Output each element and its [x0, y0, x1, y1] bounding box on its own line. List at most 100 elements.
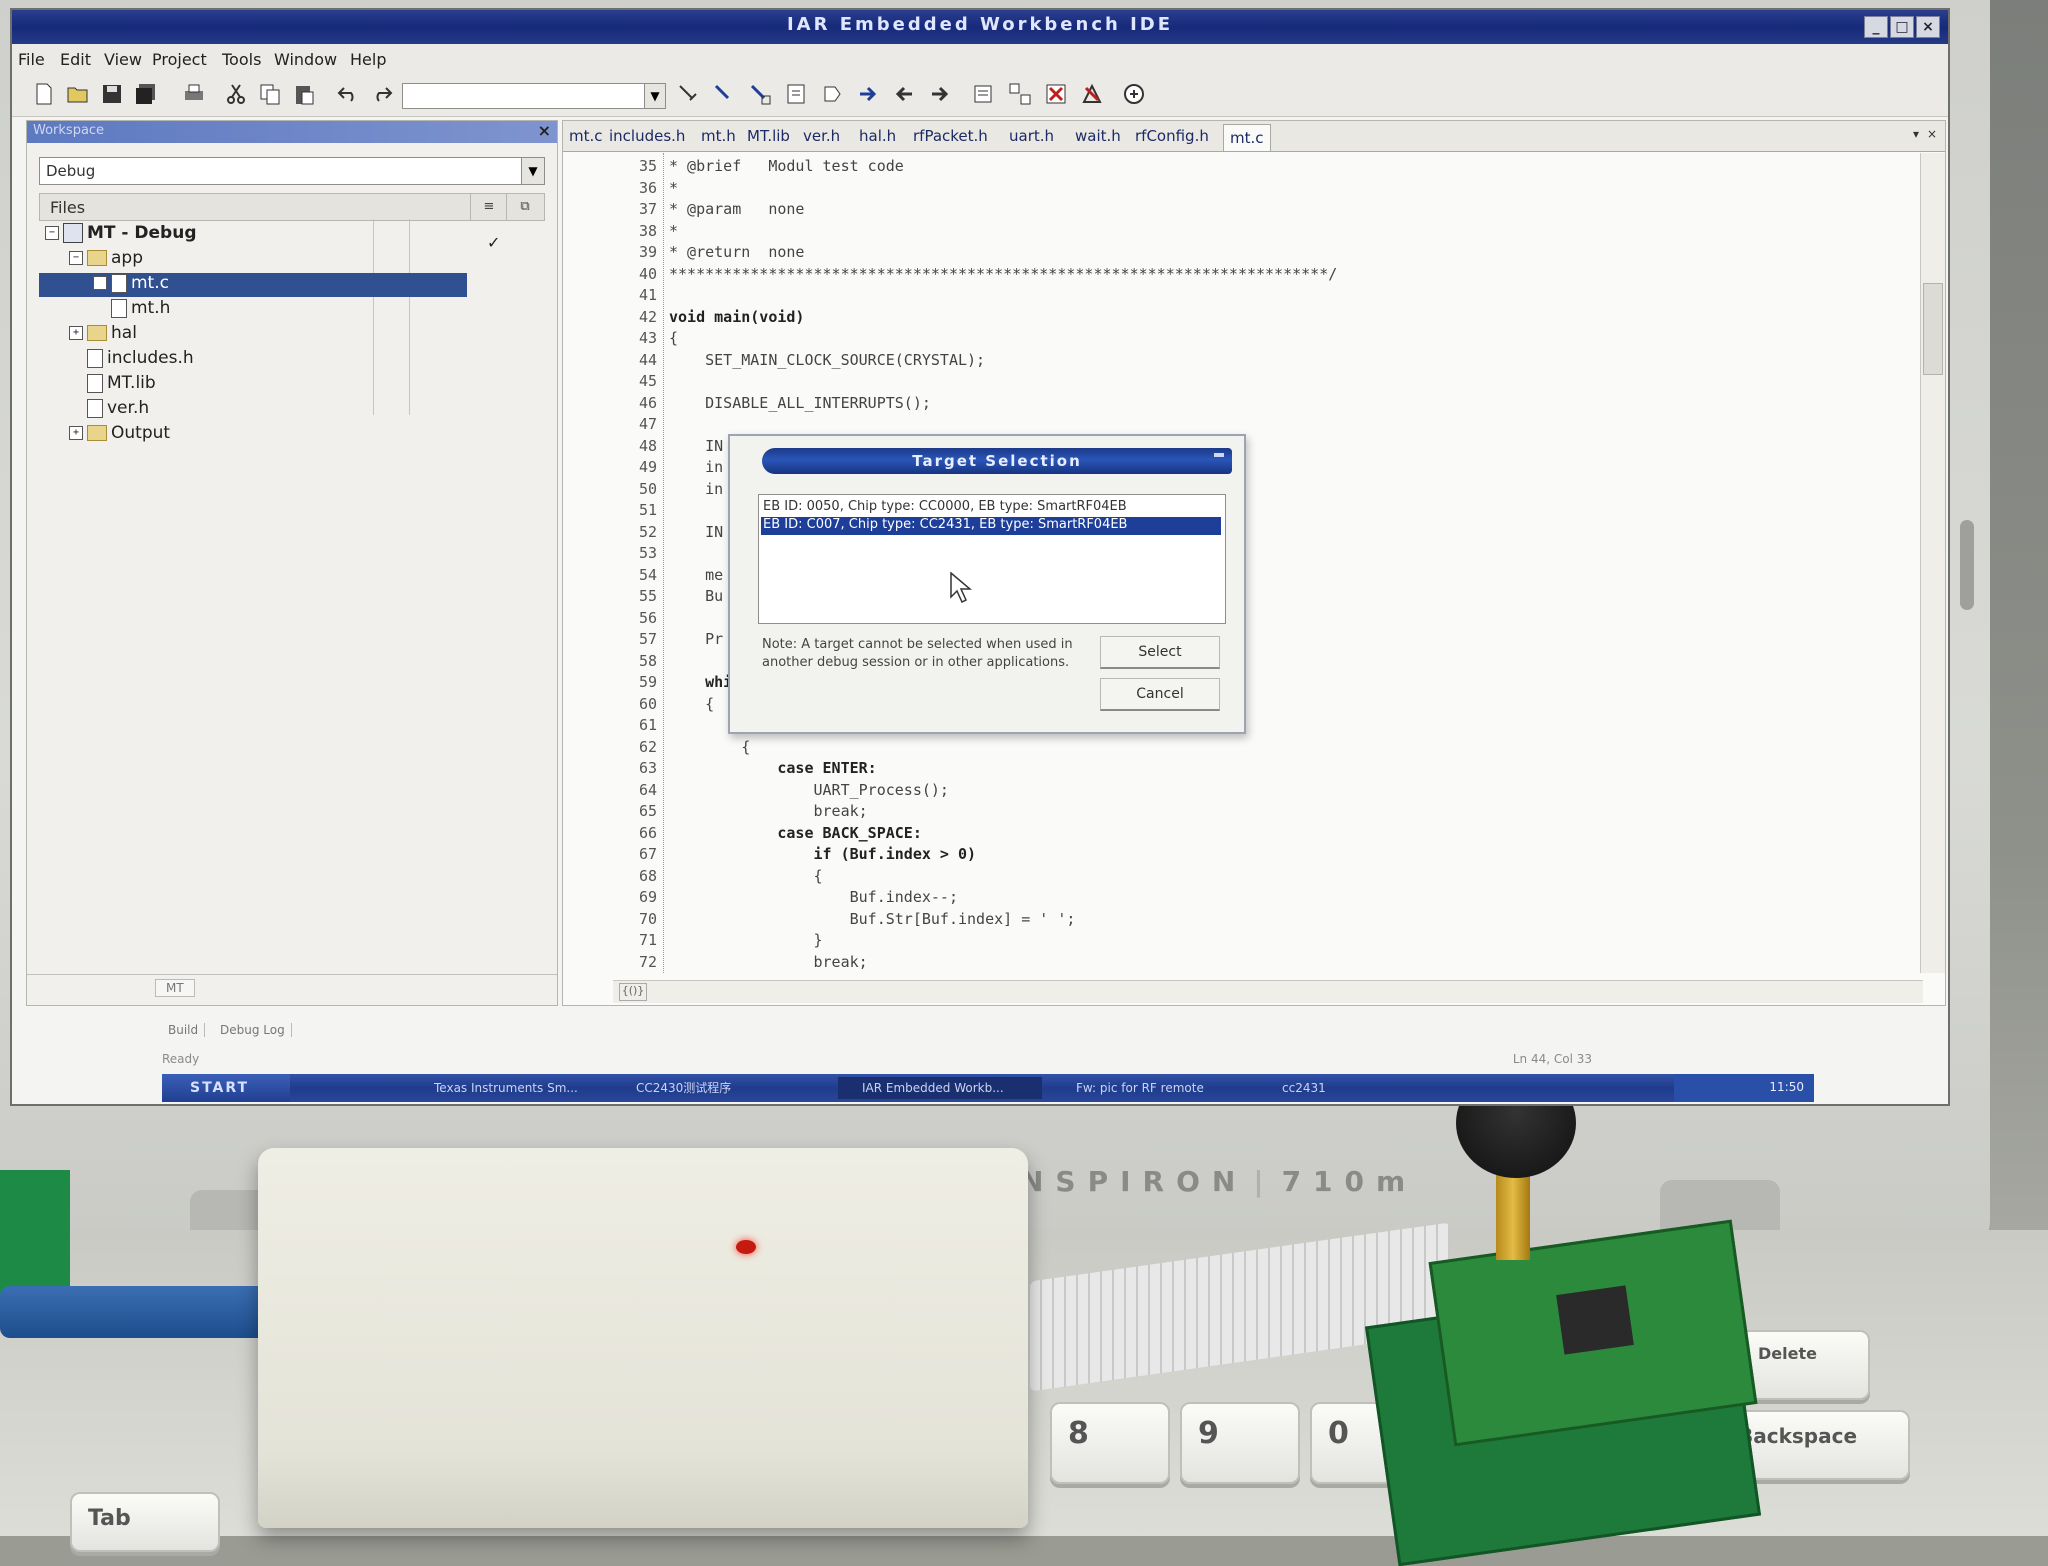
- tab-wait-h[interactable]: wait.h: [1075, 127, 1121, 145]
- menu-tools[interactable]: Tools: [222, 50, 261, 69]
- line-text: Bu: [669, 587, 724, 605]
- stop-build-icon[interactable]: [1044, 82, 1068, 106]
- tab-hal-h[interactable]: hal.h: [859, 127, 896, 145]
- line-number: 72: [638, 952, 657, 971]
- expand-icon[interactable]: +: [69, 326, 83, 340]
- compile-icon[interactable]: [972, 82, 996, 106]
- tree-item[interactable]: MT.lib: [39, 373, 156, 397]
- files-header: Files ≡ ⧉: [39, 193, 545, 221]
- target-list[interactable]: EB ID: 0050, Chip type: CC0000, EB type:…: [758, 494, 1226, 624]
- tree-item[interactable]: ver.h: [39, 398, 149, 422]
- horizontal-scrollbar[interactable]: {()}: [613, 980, 1923, 1003]
- find-next-icon[interactable]: [712, 82, 736, 106]
- tree-item[interactable]: + Output: [39, 423, 170, 447]
- open-folder-icon[interactable]: [66, 82, 90, 106]
- line-number: 70: [638, 909, 657, 928]
- code-line: 39 * @return none: [563, 243, 1893, 265]
- tab-menu-icon[interactable]: ▾: [1913, 127, 1919, 141]
- vertical-scrollbar[interactable]: [1920, 153, 1945, 973]
- close-icon[interactable]: ×: [538, 121, 551, 140]
- target-item-selected[interactable]: EB ID: C007, Chip type: CC2431, EB type:…: [761, 517, 1221, 535]
- workspace-tab-mt[interactable]: MT: [155, 979, 195, 997]
- tree-item-label: includes.h: [107, 348, 194, 368]
- close-button[interactable]: ×: [1916, 16, 1940, 38]
- toggle-breakpoint-icon[interactable]: [1080, 82, 1104, 106]
- tab-ver-h[interactable]: ver.h: [803, 127, 840, 145]
- redo-icon[interactable]: [370, 82, 394, 106]
- start-button[interactable]: START: [162, 1074, 290, 1102]
- tab-debug-log[interactable]: Debug Log: [214, 1023, 292, 1037]
- tab-mt-lib[interactable]: MT.lib: [747, 127, 790, 145]
- make-icon[interactable]: [1008, 82, 1032, 106]
- menu-edit[interactable]: Edit: [60, 50, 91, 69]
- menu-view[interactable]: View: [104, 50, 142, 69]
- taskbar-item-cc2430[interactable]: CC2430测试程序: [612, 1077, 816, 1099]
- tab-mt-c[interactable]: mt.c: [569, 127, 603, 145]
- taskbar-item-iar[interactable]: IAR Embedded Workb...: [838, 1077, 1042, 1099]
- tab-build[interactable]: Build: [162, 1023, 206, 1037]
- goto-icon[interactable]: [784, 82, 808, 106]
- make-column-icon[interactable]: ⧉: [506, 194, 543, 220]
- expand-icon[interactable]: +: [69, 426, 83, 440]
- maximize-button[interactable]: □: [1890, 16, 1914, 38]
- find-icon[interactable]: [676, 82, 700, 106]
- cursor-position: Ln 44, Col 33: [1512, 1052, 1592, 1066]
- print-icon[interactable]: [182, 82, 206, 106]
- configuration-select[interactable]: Debug ▼: [39, 157, 545, 185]
- function-navigator-icon[interactable]: {()}: [619, 983, 647, 1001]
- chevron-down-icon[interactable]: ▼: [521, 158, 544, 184]
- next-bookmark-icon[interactable]: [856, 82, 880, 106]
- debug-icon[interactable]: [1122, 82, 1146, 106]
- save-icon[interactable]: [100, 82, 124, 106]
- taskbar-item-texas-instruments[interactable]: Texas Instruments Sm...: [410, 1077, 624, 1099]
- line-text: ****************************************…: [669, 264, 1338, 283]
- menu-file[interactable]: File: [18, 50, 45, 69]
- cut-icon[interactable]: [224, 82, 248, 106]
- copy-icon[interactable]: [258, 82, 282, 106]
- replace-icon[interactable]: [748, 82, 772, 106]
- taskbar-item-fw-pic[interactable]: Fw: pic for RF remote: [1052, 1077, 1266, 1099]
- chevron-down-icon[interactable]: ▼: [644, 84, 665, 108]
- collapse-icon[interactable]: −: [45, 226, 59, 240]
- collapse-icon[interactable]: −: [69, 251, 83, 265]
- tree-item[interactable]: + hal: [39, 323, 137, 347]
- line-text: void main(void): [669, 307, 805, 326]
- menu-project[interactable]: Project: [152, 50, 207, 69]
- minimize-icon[interactable]: [1214, 453, 1224, 457]
- tab-rfconfig-h[interactable]: rfConfig.h: [1135, 127, 1209, 145]
- tree-item[interactable]: + mt.c: [39, 273, 467, 297]
- tab-mt-c-active[interactable]: mt.c: [1223, 124, 1271, 151]
- tree-item[interactable]: − app: [39, 248, 143, 272]
- undo-icon[interactable]: [336, 82, 360, 106]
- target-item[interactable]: EB ID: 0050, Chip type: CC0000, EB type:…: [761, 499, 1221, 517]
- navigate-forward-icon[interactable]: [928, 82, 952, 106]
- options-column-icon[interactable]: ≡: [470, 194, 507, 220]
- tree-item[interactable]: mt.h: [39, 298, 170, 322]
- cancel-button[interactable]: Cancel: [1100, 678, 1220, 711]
- find-combobox[interactable]: ▼: [402, 83, 666, 109]
- paste-icon[interactable]: [292, 82, 316, 106]
- taskbar-item-cc2431[interactable]: cc2431: [1258, 1077, 1402, 1099]
- save-all-icon[interactable]: [134, 82, 158, 106]
- tab-mt-h[interactable]: mt.h: [701, 127, 736, 145]
- navigate-back-icon[interactable]: [892, 82, 916, 106]
- scroll-thumb[interactable]: [1923, 283, 1943, 375]
- new-file-icon[interactable]: [32, 82, 56, 106]
- minimize-button[interactable]: _: [1864, 16, 1888, 38]
- tab-uart-h[interactable]: uart.h: [1009, 127, 1054, 145]
- menu-help[interactable]: Help: [350, 50, 386, 69]
- title-bar: IAR Embedded Workbench IDE _ □ ×: [12, 10, 1948, 44]
- close-icon[interactable]: ×: [1927, 127, 1937, 141]
- select-button[interactable]: Select: [1100, 636, 1220, 669]
- menu-window[interactable]: Window: [274, 50, 337, 69]
- tree-item[interactable]: includes.h: [39, 348, 194, 372]
- tab-rfpacket-h[interactable]: rfPacket.h: [913, 127, 988, 145]
- file-icon: [111, 298, 127, 318]
- tree-item-label: ver.h: [107, 398, 150, 418]
- folder-icon: [87, 250, 107, 266]
- tab-includes-h[interactable]: includes.h: [609, 127, 685, 145]
- toggle-bookmark-icon[interactable]: [820, 82, 844, 106]
- expand-icon[interactable]: +: [93, 276, 107, 290]
- code-line: 46 DISABLE_ALL_INTERRUPTS();: [563, 394, 1893, 416]
- tree-item[interactable]: − MT - Debug: [39, 223, 197, 247]
